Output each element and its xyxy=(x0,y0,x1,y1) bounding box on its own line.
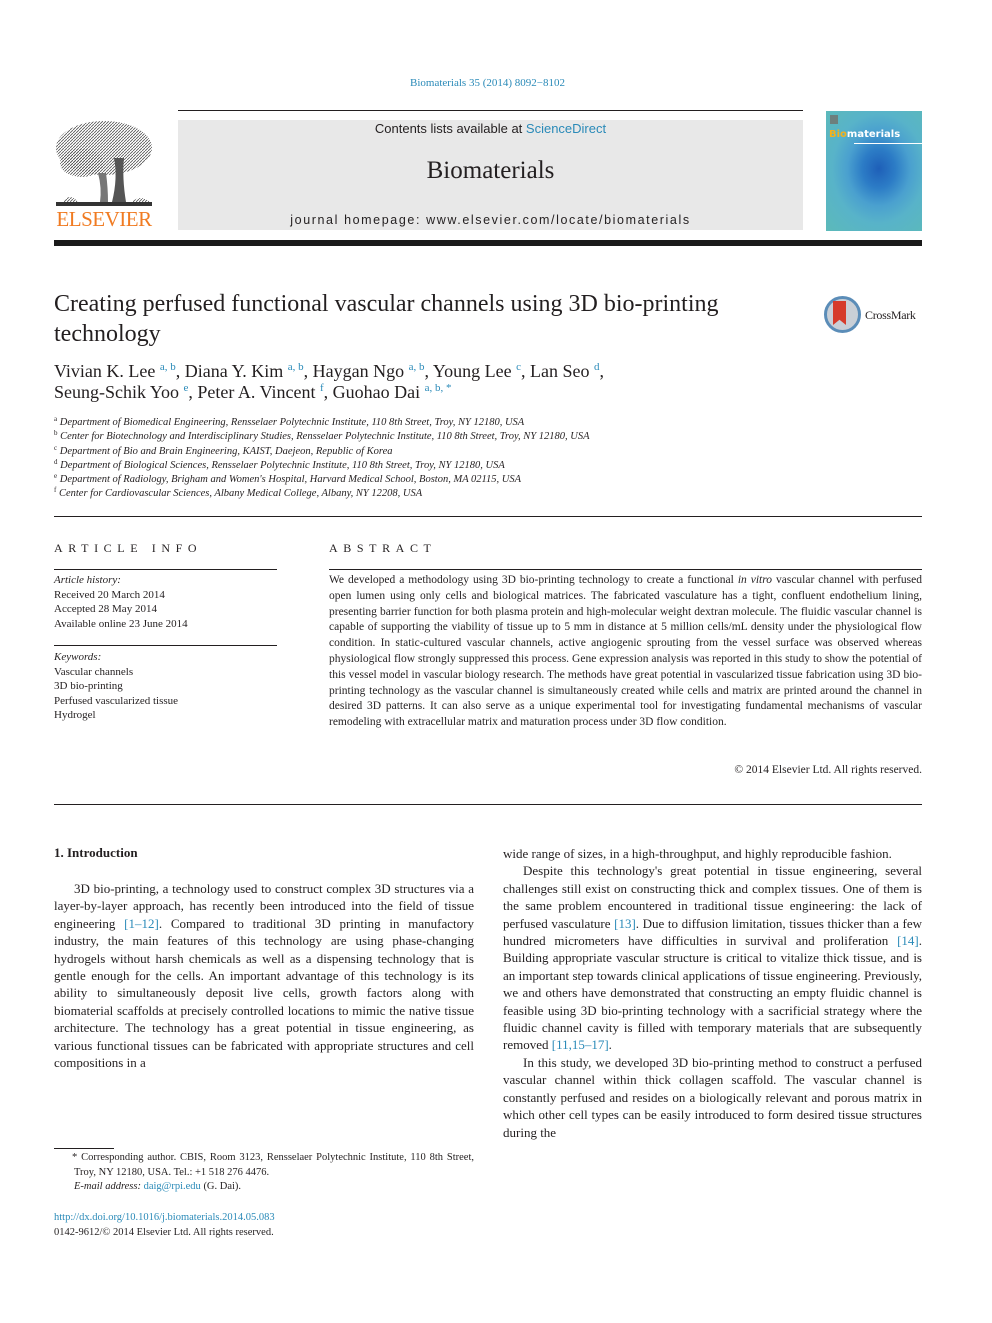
affiliation-marker[interactable]: a, b xyxy=(288,361,304,373)
cover-publisher-badge xyxy=(830,115,838,124)
keyword: Hydrogel xyxy=(54,709,96,721)
paragraph: In this study, we developed 3D bio-print… xyxy=(503,1054,922,1140)
header-top-rule xyxy=(178,110,803,111)
citation-link[interactable]: [13] xyxy=(614,916,636,931)
contents-line: Contents lists available at ScienceDirec… xyxy=(178,121,803,136)
keywords-label: Keywords: xyxy=(54,651,102,663)
keyword: Perfused vascularized tissue xyxy=(54,694,179,707)
affiliation-item: c Department of Bio and Brain Engineerin… xyxy=(54,443,393,457)
body-column-right: wide range of sizes, in a high-throughpu… xyxy=(503,845,922,1141)
footnote-rule xyxy=(54,1148,114,1149)
doi-block: http://dx.doi.org/10.1016/j.biomaterials… xyxy=(54,1210,474,1240)
author[interactable]: Guohao Dai a, b, * xyxy=(333,382,452,402)
author[interactable]: Young Lee c xyxy=(433,361,521,381)
crossmark-button[interactable]: CrossMark xyxy=(824,295,924,335)
journal-homepage-link[interactable]: journal homepage: www.elsevier.com/locat… xyxy=(178,213,803,227)
crossmark-label: CrossMark xyxy=(865,308,916,322)
elsevier-tree-icon xyxy=(56,121,152,206)
affiliation-item: b Center for Biotechnology and Interdisc… xyxy=(54,429,590,443)
affiliation-marker[interactable]: c xyxy=(516,361,521,373)
citation-link[interactable]: [1‒12] xyxy=(124,916,159,931)
cover-title-accent: Bio xyxy=(829,129,847,140)
author-list: Vivian K. Lee a, b, Diana Y. Kim a, b, H… xyxy=(54,361,604,402)
divider xyxy=(54,516,922,517)
affiliation-item: a Department of Biomedical Engineering, … xyxy=(54,415,525,429)
body-column-left: 3D bio-printing, a technology used to co… xyxy=(54,880,474,1071)
affiliation-marker[interactable]: a, b xyxy=(160,361,176,373)
sciencedirect-link[interactable]: ScienceDirect xyxy=(526,121,606,136)
article-info-heading: ARTICLE INFO xyxy=(54,541,203,555)
citation-link[interactable]: [14] xyxy=(897,933,919,948)
journal-title: Biomaterials xyxy=(426,157,555,184)
article-title: Creating perfused functional vascular ch… xyxy=(54,291,719,347)
author[interactable]: Vivian K. Lee a, b xyxy=(54,361,176,381)
abstract-text: We developed a methodology using 3D bio-… xyxy=(329,574,923,729)
author[interactable]: Haygan Ngo a, b xyxy=(313,361,425,381)
abstract-copyright: © 2014 Elsevier Ltd. All rights reserved… xyxy=(734,764,922,776)
article-history-label: Article history: xyxy=(54,574,121,586)
affiliation-item: f Center for Cardiovascular Sciences, Al… xyxy=(54,486,423,500)
affiliation-item: d Department of Biological Sciences, Ren… xyxy=(54,457,505,471)
keyword: Vascular channels xyxy=(54,665,134,678)
affiliation-marker[interactable]: a, b xyxy=(409,361,425,373)
affiliation-list: a Department of Biomedical Engineering, … xyxy=(54,416,814,502)
elsevier-logo[interactable]: ELSEVIER xyxy=(52,118,156,232)
divider xyxy=(54,645,277,646)
elsevier-wordmark: ELSEVIER xyxy=(56,207,152,231)
affiliation-marker[interactable]: f xyxy=(320,382,324,394)
abstract-heading: ABSTRACT xyxy=(329,541,437,555)
affiliation-marker[interactable]: d xyxy=(594,361,600,373)
history-received: Received 20 March 2014 xyxy=(54,588,165,601)
cover-title-rest: materials xyxy=(846,129,901,140)
cover-underline xyxy=(854,143,922,144)
citation-link[interactable]: [11,15‒17] xyxy=(552,1037,609,1052)
issn-copyright: 0142-9612/© 2014 Elsevier Ltd. All right… xyxy=(54,1227,274,1238)
history-online: Available online 23 June 2014 xyxy=(54,617,188,630)
footnote: * Corresponding author. CBIS, Room 3123,… xyxy=(54,1151,474,1195)
affiliation-marker[interactable]: e xyxy=(184,382,189,394)
history-accepted: Accepted 28 May 2014 xyxy=(54,603,157,615)
keywords: Keywords: Vascular channels 3D bio-print… xyxy=(54,650,279,723)
corresponding-author-note: * Corresponding author. CBIS, Room 3123,… xyxy=(72,1152,474,1178)
email-line: E-mail address: daig@rpi.edu (G. Dai). xyxy=(74,1181,242,1192)
paragraph: Despite this technology's great potentia… xyxy=(503,863,922,1053)
section-heading-introduction: 1. Introduction xyxy=(54,845,138,860)
author[interactable]: Lan Seo d xyxy=(530,361,599,381)
doi-link[interactable]: http://dx.doi.org/10.1016/j.biomaterials… xyxy=(54,1210,474,1225)
affiliation-item: e Department of Radiology, Brigham and W… xyxy=(54,472,522,486)
journal-reference-link[interactable]: Biomaterials 35 (2014) 8092−8102 xyxy=(0,77,975,89)
author[interactable]: Diana Y. Kim a, b xyxy=(185,361,304,381)
header-thick-rule xyxy=(54,240,922,246)
divider xyxy=(54,804,922,805)
paragraph: wide range of sizes, in a high-throughpu… xyxy=(503,846,892,861)
author[interactable]: Peter A. Vincent f xyxy=(197,382,323,402)
contents-prefix: Contents lists available at xyxy=(374,121,526,136)
divider xyxy=(329,569,922,570)
journal-cover-thumbnail[interactable]: Biomaterials xyxy=(826,111,922,231)
cover-title: Biomaterials xyxy=(829,129,900,140)
divider xyxy=(54,569,277,570)
email-link[interactable]: daig@rpi.edu xyxy=(144,1181,201,1192)
paragraph: 3D bio-printing, a technology used to co… xyxy=(54,881,474,1071)
keyword: 3D bio-printing xyxy=(54,680,123,692)
article-history: Article history: Received 20 March 2014 … xyxy=(54,573,279,631)
journal-banner: Contents lists available at ScienceDirec… xyxy=(178,120,803,230)
author[interactable]: Seung-Schik Yoo e xyxy=(54,382,188,402)
affiliation-marker[interactable]: a, b, * xyxy=(425,382,452,394)
